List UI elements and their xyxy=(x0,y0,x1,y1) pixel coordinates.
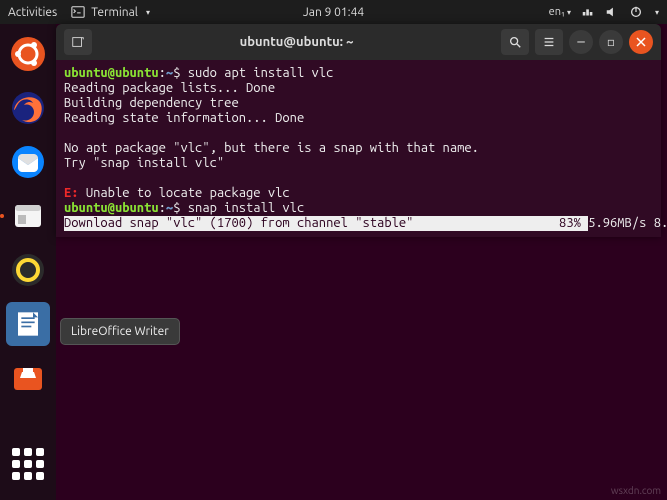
chevron-down-icon: ▾ xyxy=(146,8,150,17)
topbar-app-name: Terminal xyxy=(91,6,138,19)
power-icon[interactable] xyxy=(629,5,643,19)
network-icon[interactable] xyxy=(581,5,595,19)
progress-stats: 5.96MB/s 8.74s xyxy=(588,216,667,231)
command-2: snap install vlc xyxy=(188,201,304,215)
close-button[interactable] xyxy=(629,30,653,54)
error-prefix: E: xyxy=(64,186,79,200)
minimize-button[interactable]: ─ xyxy=(569,30,593,54)
output-line: Try "snap install vlc" xyxy=(64,156,224,170)
topbar-app-menu[interactable]: Terminal ▾ xyxy=(71,5,150,19)
terminal-icon xyxy=(71,5,85,19)
search-button[interactable] xyxy=(501,29,529,55)
dock-files[interactable] xyxy=(6,194,50,238)
dock-ubuntu-logo[interactable] xyxy=(6,32,50,76)
prompt-user: ubuntu@ubuntu xyxy=(64,66,159,80)
snap-progress-line: Download snap "vlc" (1700) from channel … xyxy=(64,216,653,231)
dock-rhythmbox[interactable] xyxy=(6,248,50,292)
dock-libreoffice-writer[interactable] xyxy=(6,302,50,346)
titlebar: ubuntu@ubuntu: ~ ─ ▫ xyxy=(56,24,661,60)
error-message: Unable to locate package vlc xyxy=(79,186,290,200)
dock-show-applications[interactable] xyxy=(6,442,50,486)
window-title: ubuntu@ubuntu: ~ xyxy=(98,35,495,49)
dock xyxy=(0,24,56,500)
input-source-indicator[interactable]: en₁▾ xyxy=(549,6,571,18)
topbar-clock[interactable]: Jan 9 01:44 xyxy=(303,6,364,19)
output-line: Reading state information... Done xyxy=(64,111,304,125)
dock-tooltip: LibreOffice Writer xyxy=(60,318,180,345)
output-line: Building dependency tree xyxy=(64,96,239,110)
command-1: sudo apt install vlc xyxy=(188,66,334,80)
progress-inverted: Download snap "vlc" (1700) from channel … xyxy=(64,216,588,231)
new-tab-button[interactable] xyxy=(64,29,92,55)
hamburger-menu-button[interactable] xyxy=(535,29,563,55)
volume-icon[interactable] xyxy=(605,5,619,19)
dock-thunderbird[interactable] xyxy=(6,140,50,184)
activities-button[interactable]: Activities xyxy=(8,6,57,19)
dock-ubuntu-software[interactable] xyxy=(6,356,50,400)
gnome-topbar: Activities Terminal ▾ Jan 9 01:44 en₁▾ ▾ xyxy=(0,0,667,24)
terminal-window: ubuntu@ubuntu: ~ ─ ▫ ubuntu@ubuntu:~$ su… xyxy=(56,24,661,237)
terminal-body[interactable]: ubuntu@ubuntu:~$ sudo apt install vlc Re… xyxy=(56,60,661,237)
output-line: Reading package lists... Done xyxy=(64,81,275,95)
system-menu-chevron-icon[interactable]: ▾ xyxy=(655,8,659,17)
maximize-button[interactable]: ▫ xyxy=(599,30,623,54)
prompt-user: ubuntu@ubuntu xyxy=(64,201,159,215)
dock-firefox[interactable] xyxy=(6,86,50,130)
output-line: No apt package "vlc", but there is a sna… xyxy=(64,141,479,155)
watermark: wsxdn.com xyxy=(611,485,661,496)
